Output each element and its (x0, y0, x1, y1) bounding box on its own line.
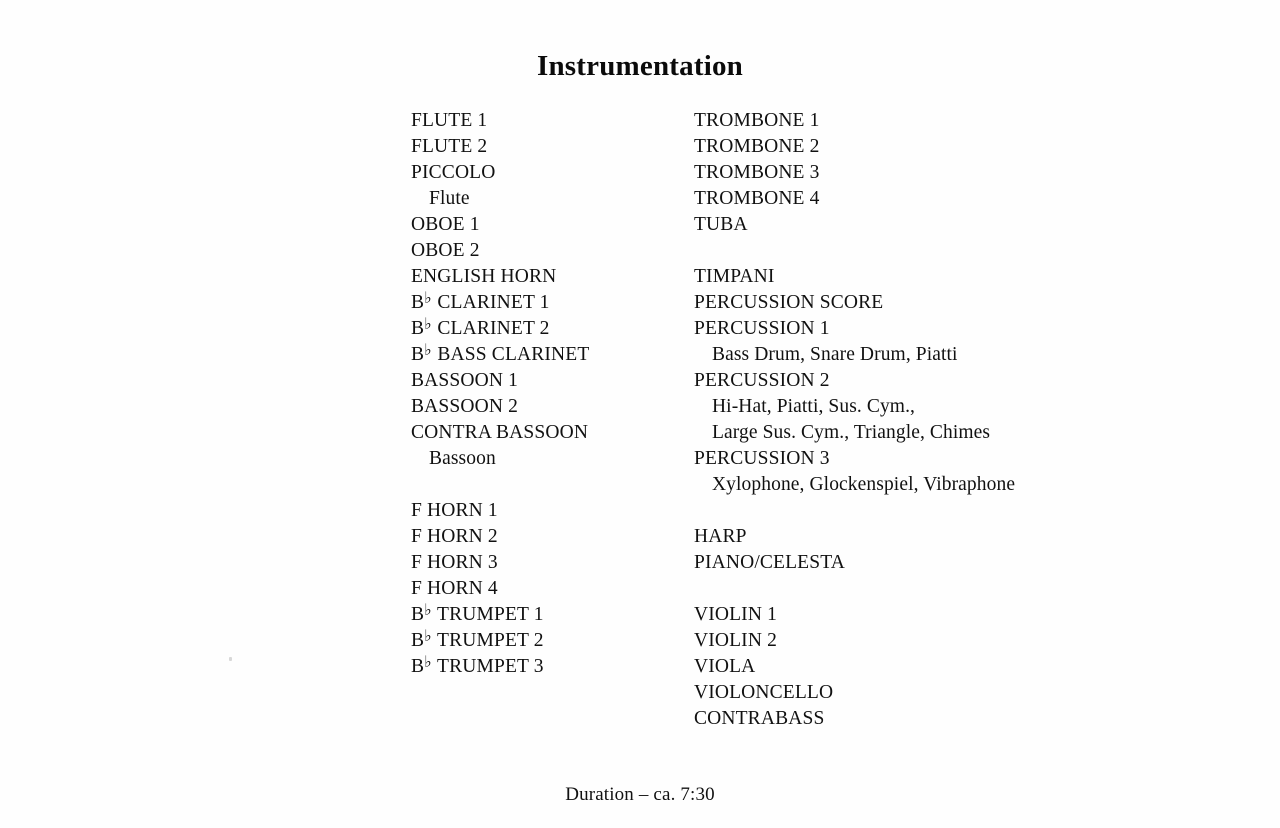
instrument-entry: OBOE 1 (411, 214, 480, 235)
instrument-entry: TROMBONE 3 (694, 162, 820, 183)
instrument-entry: PERCUSSION SCORE (694, 292, 884, 313)
instrument-detail: Hi-Hat, Piatti, Sus. Cym., (712, 396, 916, 417)
page-title: Instrumentation (536, 50, 743, 83)
instrument-entry: CONTRA BASSOON (411, 422, 589, 443)
instrument-name: TRUMPET 1 (432, 604, 544, 625)
instrument-detail: Large Sus. Cym., Triangle, Chimes (712, 422, 991, 443)
instrument-entry: CONTRABASS (694, 708, 825, 729)
instrumentation-columns: FLUTE 1 FLUTE 2 PICCOLO Flute OBOE 1 OBOE 2 EN… (0, 108, 1280, 748)
instrument-entry: F HORN 2 (411, 526, 498, 547)
instrument-entry: VIOLIN 1 (694, 604, 777, 625)
pitch-letter: B (411, 344, 425, 365)
instrument-entry: BASSOON 2 (411, 396, 519, 417)
instrument-entry: PIANO/CELESTA (694, 552, 845, 573)
instrument-entry: VIOLONCELLO (694, 682, 834, 703)
instrument-entry: BASSOON 1 (411, 370, 519, 391)
instrument-name: BASS CLARINET (432, 344, 590, 365)
instrument-entry: OBOE 2 (411, 240, 480, 261)
instrument-detail: Flute (429, 188, 470, 209)
instrument-entry: FLUTE 1 (411, 110, 488, 131)
instrument-entry: PERCUSSION 2 (694, 370, 830, 391)
scan-speck (229, 657, 232, 661)
instrument-entry: PERCUSSION 1 (694, 318, 830, 339)
instrument-entry: PERCUSSION 3 (694, 448, 830, 469)
instrument-entry: TROMBONE 1 (694, 110, 820, 131)
instrument-detail: Xylophone, Glockenspiel, Vibraphone (712, 474, 1016, 495)
instrument-entry: TIMPANI (694, 266, 775, 287)
instrument-entry: B♭ CLARINET 2 (411, 316, 681, 342)
instrument-entry: B♭ CLARINET 1 (411, 290, 681, 316)
pitch-letter: B (411, 292, 425, 313)
instrument-entry: B♭ TRUMPET 3 (411, 654, 681, 680)
instrument-detail: Bassoon (429, 448, 496, 469)
instrument-entry: F HORN 4 (411, 578, 498, 599)
instrumentation-page: Instrumentation FLUTE 1 FLUTE 2 PICCOLO Flu… (0, 0, 1280, 828)
instrument-name: CLARINET 1 (432, 292, 550, 313)
instrument-entry: FLUTE 2 (411, 136, 488, 157)
instrument-column-right: TROMBONE 1 TROMBONE 2 TROMBONE 3 TROMBONE 4… (694, 108, 1134, 732)
instrument-name: CLARINET 2 (432, 318, 550, 339)
instrument-detail: Bass Drum, Snare Drum, Piatti (712, 344, 958, 365)
instrument-entry: TUBA (694, 214, 748, 235)
instrument-entry: B♭ BASS CLARINET (411, 342, 681, 368)
instrument-entry: HARP (694, 526, 747, 547)
instrument-name: TRUMPET 3 (432, 656, 544, 677)
instrument-entry: PICCOLO (411, 162, 496, 183)
instrument-entry: VIOLA (694, 656, 756, 677)
instrument-entry: TROMBONE 2 (694, 136, 820, 157)
instrument-entry: B♭ TRUMPET 2 (411, 628, 681, 654)
instrument-entry: F HORN 3 (411, 552, 498, 573)
pitch-letter: B (411, 318, 425, 339)
pitch-letter: B (411, 630, 425, 651)
instrument-entry: B♭ TRUMPET 1 (411, 602, 681, 628)
instrument-entry: VIOLIN 2 (694, 630, 777, 651)
instrument-entry: ENGLISH HORN (411, 266, 557, 287)
pitch-letter: B (411, 656, 425, 677)
instrument-name: TRUMPET 2 (432, 630, 544, 651)
instrument-column-left: FLUTE 1 FLUTE 2 PICCOLO Flute OBOE 1 OBOE 2 EN… (411, 108, 681, 680)
pitch-letter: B (411, 604, 425, 625)
duration-note: Duration – ca. 7:30 (565, 784, 715, 805)
instrument-entry: F HORN 1 (411, 500, 498, 521)
instrument-entry: TROMBONE 4 (694, 188, 820, 209)
